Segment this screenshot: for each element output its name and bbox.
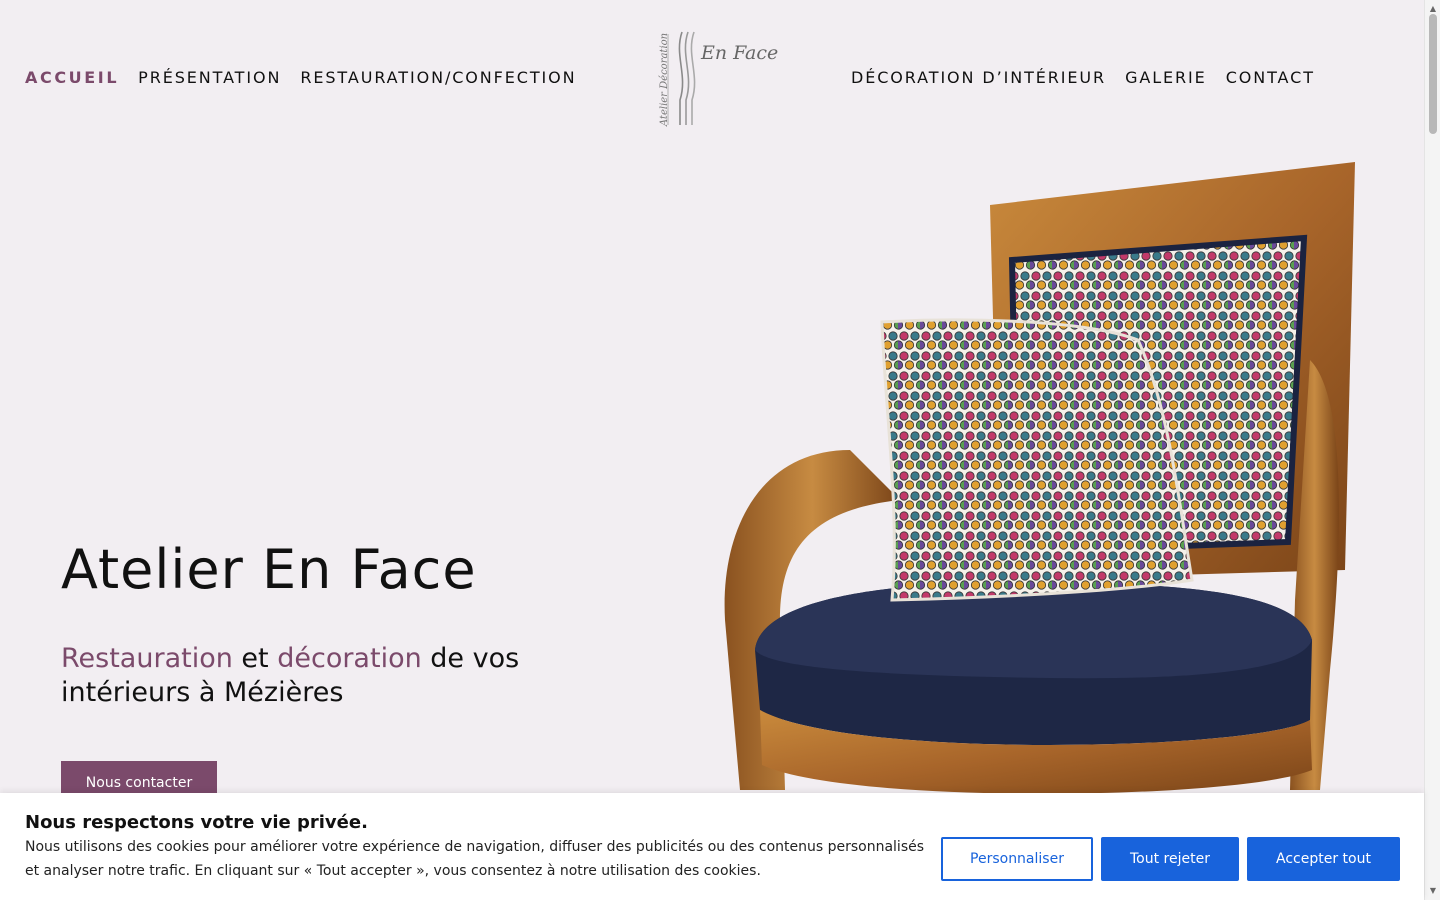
page: ACCUEIL PRÉSENTATION RESTAURATION/CONFEC… — [0, 0, 1424, 900]
hero-subtitle-accent-decoration: décoration — [277, 643, 422, 674]
cookie-customize-button[interactable]: Personnaliser — [941, 837, 1093, 881]
cookie-accept-button[interactable]: Accepter tout — [1247, 837, 1400, 881]
cookie-customize-label: Personnaliser — [970, 851, 1064, 867]
logo-sub-text: Atelier Décoration — [659, 32, 671, 127]
hero-title: Atelier En Face — [61, 538, 477, 601]
nav-left: ACCUEIL PRÉSENTATION RESTAURATION/CONFEC… — [25, 68, 577, 87]
cookie-reject-button[interactable]: Tout rejeter — [1101, 837, 1239, 881]
site-logo[interactable]: En Face Atelier Décoration — [644, 30, 784, 130]
cookie-title: Nous respectons votre vie privée. — [25, 812, 368, 833]
cookie-accept-label: Accepter tout — [1276, 851, 1371, 867]
nav-link-restauration-confection[interactable]: RESTAURATION/CONFECTION — [300, 68, 576, 87]
nav-link-contact[interactable]: CONTACT — [1226, 68, 1315, 87]
nav-link-galerie[interactable]: GALERIE — [1125, 68, 1207, 87]
hero-subtitle: Restauration et décoration de vos intéri… — [61, 642, 581, 710]
scrollbar-thumb[interactable] — [1429, 14, 1437, 134]
page-scrollbar[interactable]: ▲ ▼ — [1424, 0, 1440, 900]
logo-brand-text: En Face — [701, 42, 779, 64]
armchair-image — [724, 162, 1355, 794]
cookie-description: Nous utilisons des cookies pour améliore… — [25, 839, 925, 879]
nav-link-decoration-interieur[interactable]: DÉCORATION D’INTÉRIEUR — [851, 68, 1106, 87]
nav-link-accueil[interactable]: ACCUEIL — [25, 68, 119, 87]
nav-link-presentation[interactable]: PRÉSENTATION — [138, 68, 281, 87]
cookie-consent-banner: Nous respectons votre vie privée. Nous u… — [0, 793, 1424, 900]
nav-right: DÉCORATION D’INTÉRIEUR GALERIE CONTACT — [851, 68, 1315, 87]
hero-subtitle-accent-restauration: Restauration — [61, 643, 233, 674]
cookie-reject-label: Tout rejeter — [1130, 851, 1210, 867]
scroll-down-icon[interactable]: ▼ — [1425, 884, 1440, 898]
hero-subtitle-connector: et — [232, 643, 278, 674]
